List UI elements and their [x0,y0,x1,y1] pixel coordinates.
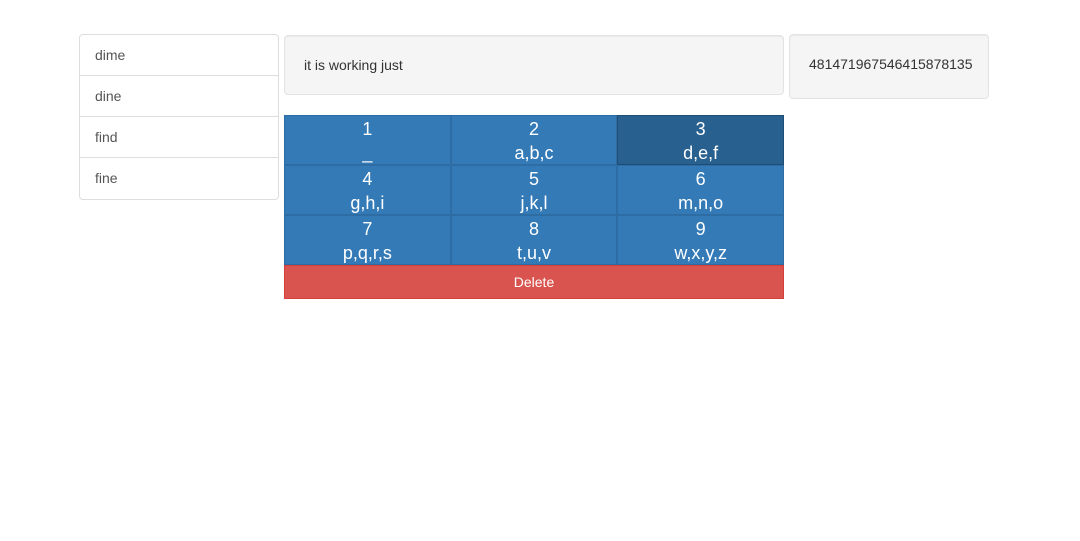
key-1[interactable]: 1 _ [284,115,451,165]
key-digit: 7 [362,219,373,239]
key-5[interactable]: 5 j,k,l [450,165,618,215]
key-letters: m,n,o [678,193,724,213]
key-letters: w,x,y,z [674,243,728,263]
suggestion-item-dime[interactable]: dime [80,35,278,76]
keypad-row-2: 4 g,h,i 5 j,k,l 6 m,n,o [284,165,785,215]
key-letters: g,h,i [350,193,385,213]
key-letters: j,k,l [520,193,548,213]
key-7[interactable]: 7 p,q,r,s [284,215,451,265]
delete-button[interactable]: Delete [284,265,784,299]
digit-sequence-output: 481471967546415878135 [789,34,989,99]
key-digit: 1 [362,119,373,139]
key-2[interactable]: 2 a,b,c [450,115,618,165]
key-digit: 5 [529,169,540,189]
keypad-row-3: 7 p,q,r,s 8 t,u,v 9 w,x,y,z [284,215,785,265]
t9-keypad: 1 _ 2 a,b,c 3 d,e,f 4 g,h,i 5 j,k,l 6 m,… [284,115,785,299]
key-6[interactable]: 6 m,n,o [617,165,785,215]
suggestion-list: dime dine find fine [79,34,279,200]
key-digit: 2 [529,119,540,139]
key-letters: p,q,r,s [342,243,392,263]
key-digit: 8 [529,219,540,239]
keypad-row-1: 1 _ 2 a,b,c 3 d,e,f [284,115,785,165]
key-letters: t,u,v [517,243,552,263]
key-digit: 9 [695,219,706,239]
composed-text-output: it is working just [284,35,784,95]
suggestion-item-find[interactable]: find [80,117,278,158]
key-4[interactable]: 4 g,h,i [284,165,451,215]
key-8[interactable]: 8 t,u,v [450,215,618,265]
key-digit: 4 [362,169,373,189]
key-letters: _ [362,143,373,163]
key-digit: 3 [695,119,706,139]
suggestion-item-fine[interactable]: fine [80,158,278,199]
key-letters: d,e,f [683,143,719,163]
suggestion-item-dine[interactable]: dine [80,76,278,117]
key-9[interactable]: 9 w,x,y,z [617,215,785,265]
key-letters: a,b,c [514,143,554,163]
key-digit: 6 [695,169,706,189]
key-3[interactable]: 3 d,e,f [617,115,785,165]
